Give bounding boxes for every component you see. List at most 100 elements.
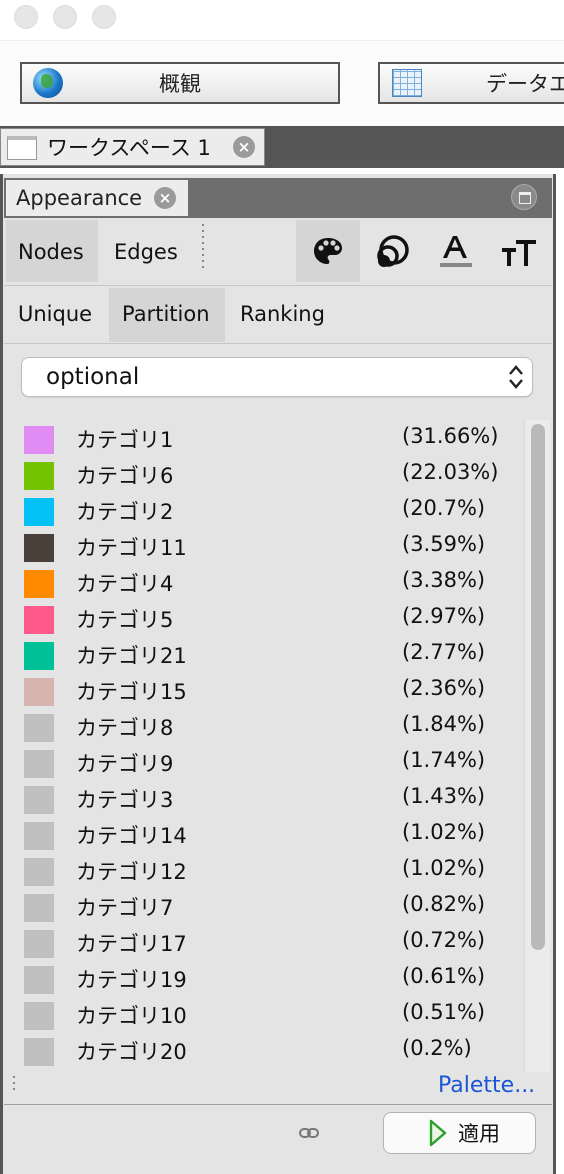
size-icon [377, 235, 409, 267]
workspace-tab-label: ワークスペース 1 [47, 136, 211, 160]
document-icon [7, 136, 37, 160]
category-name: カテゴリ15 [76, 680, 187, 704]
palette-link[interactable]: Palette... [438, 1073, 535, 1098]
category-percentage: (3.38%) [402, 568, 486, 592]
color-swatch[interactable] [24, 858, 54, 886]
category-name: カテゴリ17 [76, 932, 187, 956]
close-window-button[interactable] [14, 5, 38, 29]
color-swatch[interactable] [24, 606, 54, 634]
color-swatch[interactable] [24, 750, 54, 778]
tab-partition-label: Partition [122, 302, 210, 326]
category-name: カテゴリ4 [76, 572, 174, 596]
category-percentage: (31.66%) [402, 424, 499, 448]
tab-edges-label: Edges [114, 240, 178, 264]
globe-icon [33, 68, 63, 98]
apply-button[interactable]: 適用 [383, 1112, 536, 1154]
color-swatch[interactable] [24, 966, 54, 994]
color-swatch[interactable] [24, 570, 54, 598]
overview-button[interactable]: 概観 [20, 62, 340, 104]
category-name: カテゴリ11 [76, 536, 187, 560]
category-percentage: (0.2%) [402, 1036, 472, 1060]
list-item[interactable]: カテゴリ14 (1.02%) [8, 816, 522, 852]
category-percentage: (1.74%) [402, 748, 486, 772]
list-item[interactable]: カテゴリ8 (1.84%) [8, 708, 522, 744]
color-swatch[interactable] [24, 786, 54, 814]
color-swatch[interactable] [24, 1038, 54, 1066]
list-item[interactable]: カテゴリ20 (0.2%) [8, 1032, 522, 1068]
workspace-tab[interactable]: ワークスペース 1 × [0, 128, 265, 166]
color-palette-icon [314, 238, 342, 264]
list-item[interactable]: カテゴリ3 (1.43%) [8, 780, 522, 816]
category-percentage: (1.02%) [402, 856, 486, 880]
tab-nodes-label: Nodes [18, 240, 84, 264]
list-item[interactable]: カテゴリ6 (22.03%) [8, 456, 522, 492]
list-item[interactable]: カテゴリ2 (20.7%) [8, 492, 522, 528]
attribute-select-value: optional [46, 364, 140, 390]
up-down-chevron-icon [509, 365, 523, 389]
tab-unique-label: Unique [18, 302, 93, 326]
category-name: カテゴリ12 [76, 860, 187, 884]
appearance-tab[interactable]: Appearance × [6, 180, 188, 216]
minimize-panel-icon[interactable] [511, 184, 537, 210]
label-color-tab[interactable] [424, 220, 484, 282]
category-name: カテゴリ20 [76, 1040, 187, 1064]
list-item[interactable]: カテゴリ21 (2.77%) [8, 636, 522, 672]
category-percentage: (3.59%) [402, 532, 486, 556]
list-item[interactable]: カテゴリ5 (2.97%) [8, 600, 522, 636]
category-percentage: (2.97%) [402, 604, 486, 628]
list-item[interactable]: カテゴリ15 (2.36%) [8, 672, 522, 708]
size-tab[interactable] [362, 220, 422, 282]
category-percentage: (0.82%) [402, 892, 486, 916]
category-percentage: (2.77%) [402, 640, 486, 664]
category-name: カテゴリ2 [76, 500, 174, 524]
category-percentage: (1.02%) [402, 820, 486, 844]
category-percentage: (0.72%) [402, 928, 486, 952]
color-swatch[interactable] [24, 678, 54, 706]
category-name: カテゴリ14 [76, 824, 187, 848]
color-swatch[interactable] [24, 642, 54, 670]
partition-list: カテゴリ1 (31.66%) カテゴリ6 (22.03%) カテゴリ2 (20.7%) カテ… [8, 420, 522, 1070]
list-item[interactable]: カテゴリ9 (1.74%) [8, 744, 522, 780]
list-item[interactable]: カテゴリ11 (3.59%) [8, 528, 522, 564]
data-laboratory-label: データエ [486, 72, 564, 96]
list-item[interactable]: カテゴリ17 (0.72%) [8, 924, 522, 960]
color-swatch[interactable] [24, 462, 54, 490]
close-icon[interactable]: × [154, 187, 176, 209]
color-swatch[interactable] [24, 714, 54, 742]
close-icon[interactable]: × [233, 136, 255, 158]
color-swatch[interactable] [24, 534, 54, 562]
minimize-window-button[interactable] [53, 5, 77, 29]
color-swatch[interactable] [24, 498, 54, 526]
scrollbar-thumb[interactable] [531, 424, 545, 950]
category-name: カテゴリ3 [76, 788, 174, 812]
zoom-window-button[interactable] [92, 5, 116, 29]
tab-ranking-label: Ranking [240, 302, 325, 326]
list-item[interactable]: カテゴリ7 (0.82%) [8, 888, 522, 924]
apply-icon [429, 1119, 447, 1147]
list-item[interactable]: カテゴリ12 (1.02%) [8, 852, 522, 888]
list-item[interactable]: カテゴリ10 (0.51%) [8, 996, 522, 1032]
category-name: カテゴリ8 [76, 716, 174, 740]
category-name: カテゴリ10 [76, 1004, 187, 1028]
label-size-icon [502, 240, 536, 266]
label-color-icon [440, 236, 472, 267]
category-name: カテゴリ9 [76, 752, 174, 776]
category-name: カテゴリ5 [76, 608, 174, 632]
category-percentage: (0.51%) [402, 1000, 486, 1024]
color-swatch[interactable] [24, 894, 54, 922]
color-tab[interactable] [296, 220, 360, 282]
color-swatch[interactable] [24, 1002, 54, 1030]
attribute-select[interactable]: optional [21, 357, 533, 397]
color-swatch[interactable] [24, 930, 54, 958]
category-name: カテゴリ6 [76, 464, 174, 488]
list-item[interactable]: カテゴリ19 (0.61%) [8, 960, 522, 996]
list-item[interactable]: カテゴリ4 (3.38%) [8, 564, 522, 600]
category-name: カテゴリ7 [76, 896, 174, 920]
apply-button-label: 適用 [458, 1122, 500, 1146]
link-icon[interactable] [299, 1127, 319, 1139]
data-laboratory-button[interactable]: データエ [378, 62, 564, 104]
color-swatch[interactable] [24, 822, 54, 850]
label-size-tab[interactable] [488, 220, 548, 282]
color-swatch[interactable] [24, 426, 54, 454]
list-item[interactable]: カテゴリ1 (31.66%) [8, 420, 522, 456]
